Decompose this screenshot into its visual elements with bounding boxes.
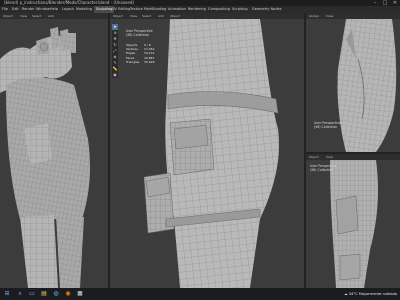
menu-help[interactable]: Help (50, 6, 58, 13)
tab-compositing[interactable]: Compositing (208, 6, 230, 13)
menu-edit[interactable]: Edit (12, 6, 19, 13)
stat-label: Triangles (126, 59, 140, 64)
file-explorer-icon[interactable]: ▤ (40, 290, 48, 298)
add-cube-icon[interactable]: ▣ (112, 72, 118, 78)
character-mesh-left (0, 27, 90, 288)
scene-statistics: Objects 0 / 6 Vertices 17,452 Edges 34,131 … (126, 43, 155, 64)
tab-scripting[interactable]: Scripting (232, 6, 248, 13)
viewport-bottom-right[interactable]: Object View User Perspective (98) Collec… (306, 154, 400, 288)
tab-geometry-nodes[interactable]: Geometry Nodes (252, 6, 282, 13)
app-icon[interactable]: ■ (76, 290, 84, 298)
weather-widget[interactable]: ☁ 34°C Mayormente nublado (344, 289, 397, 299)
menu-render[interactable]: Render (22, 6, 34, 13)
cloud-icon: ☁ (344, 292, 348, 296)
viewport-top-right[interactable]: Global View User Perspective (98) Collec… (306, 13, 400, 152)
menu-window[interactable]: Window (36, 6, 50, 13)
view-overlay-collection: (98) Collection (126, 33, 150, 37)
weather-desc: Mayormente nublado (358, 292, 398, 296)
stat-value: 33,626 (144, 59, 155, 64)
tab-layout[interactable]: Layout (62, 6, 74, 13)
view-overlay-collection: (98) Collection (310, 168, 334, 172)
weather-temp: 34°C (348, 292, 358, 296)
taskbar: ⊞ ⌕ ▭ ▤ ◍ ◉ ■ (0, 288, 400, 300)
tab-texture-paint[interactable]: Texture Paint (130, 6, 153, 13)
windows-icon[interactable]: ⊞ (3, 290, 11, 298)
tab-rendering[interactable]: Rendering (188, 6, 206, 13)
search-icon[interactable]: ⌕ (16, 290, 24, 298)
tab-animation[interactable]: Animation (168, 6, 186, 13)
viewport-center[interactable]: Object View Select Add Object User Persp… (110, 13, 304, 288)
menu-bar: File Edit Render Window Help Layout Mode… (0, 6, 400, 13)
tab-modeling[interactable]: Modeling (76, 6, 92, 13)
character-mesh-top-right (337, 19, 397, 152)
tool-shelf: ➤ ⊕ ✥ ↻ ⤢ ◈ ✎ 📏 ▣ (112, 24, 118, 78)
tab-uv-editing[interactable]: UV Editing (112, 6, 130, 13)
browser-icon[interactable]: ◍ (52, 290, 60, 298)
menu-file[interactable]: File (2, 6, 8, 13)
blender-icon[interactable]: ◉ (64, 290, 72, 298)
tab-shading[interactable]: Shading (152, 6, 166, 13)
view-overlay-collection: (98) Collection (314, 125, 338, 129)
character-mesh-bottom-right (330, 160, 378, 288)
task-view-icon[interactable]: ▭ (28, 290, 36, 298)
viewport-left[interactable]: Object View Select Add (0, 13, 108, 288)
